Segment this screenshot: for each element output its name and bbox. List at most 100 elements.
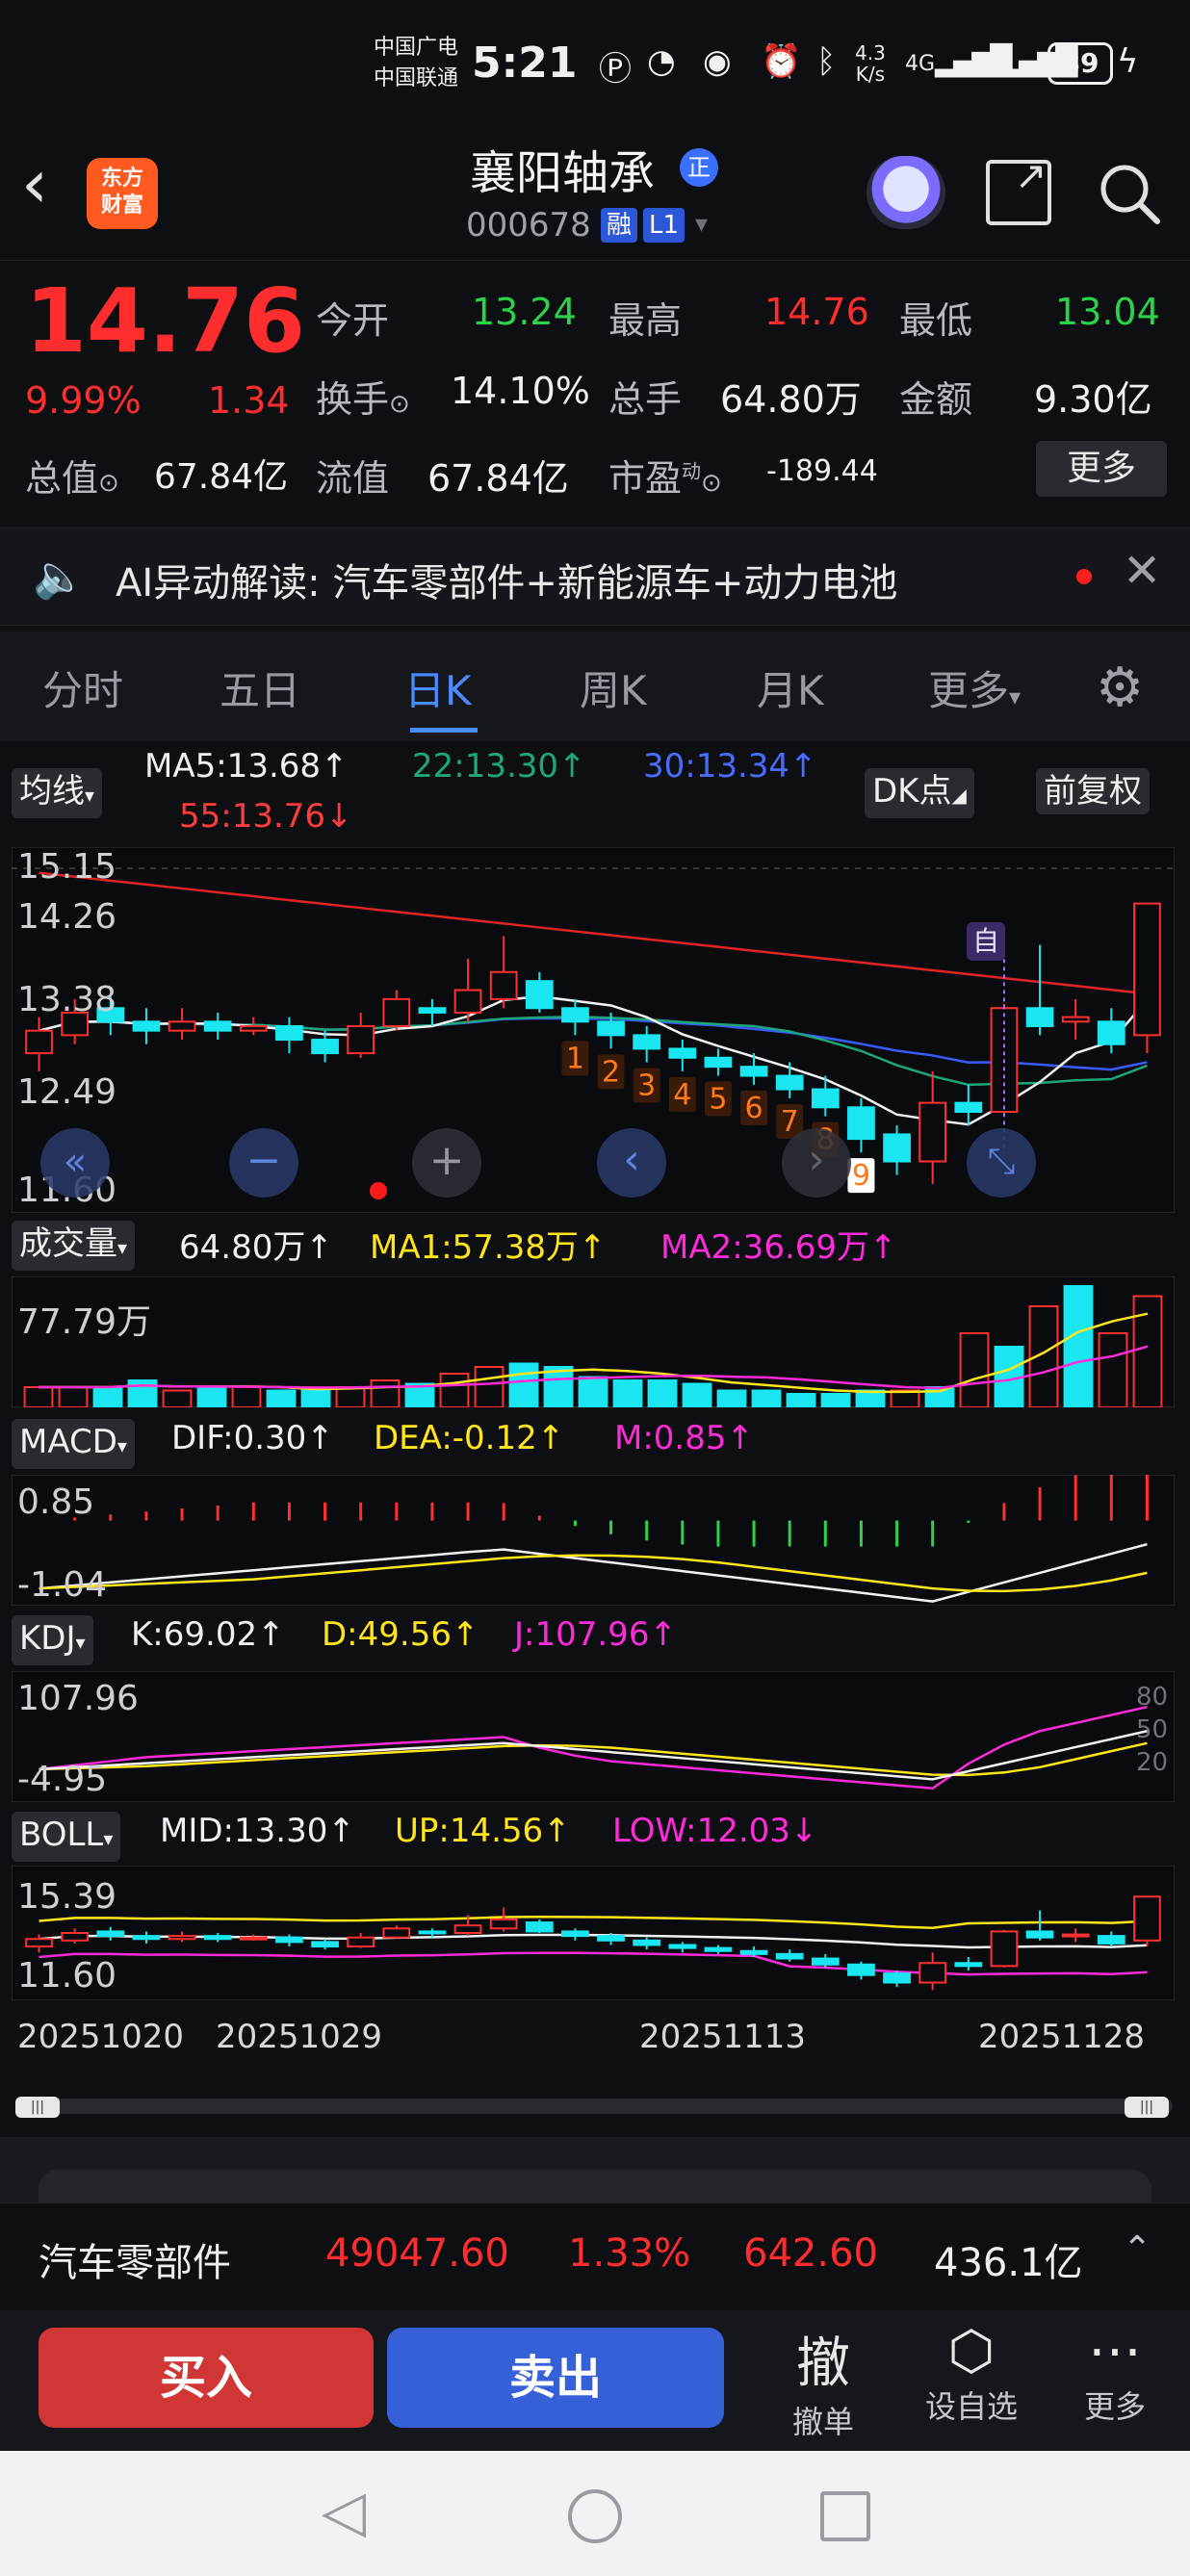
nav-home-icon[interactable] [568,2489,622,2543]
bluetooth-icon: ᛒ [816,42,837,81]
search-icon[interactable] [1096,160,1163,231]
sell-button[interactable]: 卖出 [387,2328,724,2428]
app-logo[interactable]: 东方 财富 [87,158,158,229]
candle [168,1020,196,1032]
boll-candle [418,1930,447,1935]
more-actions-button[interactable]: ⋯ 更多 [1057,2320,1173,2427]
chevron-up-icon[interactable]: ⌃ [1123,2229,1151,2269]
td-count-number: 3 [637,1069,656,1102]
dk-point-button[interactable]: DK点◢ [865,768,974,818]
speed-gauge-icon: ◔ [647,42,676,81]
cancel-order-button[interactable]: 撤 撤单 [761,2320,886,2442]
volume-bar [1098,1332,1128,1407]
change-amount: 1.34 [208,379,290,422]
share-icon[interactable]: ↗ [986,154,1051,225]
sector-amount: 436.1亿 [934,2241,1083,2285]
boll-mid: MID:13.30↑ [160,1812,355,1850]
scroll-right-icon[interactable]: › [782,1128,851,1198]
candle [489,970,518,1000]
macd-selector[interactable]: MACD▾ [12,1419,135,1469]
boll-chart[interactable] [12,1866,1175,2000]
candle [418,1007,447,1014]
back-button[interactable]: ‹ [21,144,48,223]
adjust-button[interactable]: 前复权 [1036,768,1150,814]
minus-icon[interactable]: − [229,1128,298,1198]
kdj-k: K:69.02↑ [131,1615,285,1654]
ma30-value: 30:13.34↑ [643,747,817,786]
nav-back-icon[interactable]: ◁ [322,2478,366,2545]
tab-weekly-k[interactable]: 周K [580,658,647,717]
rewind-icon[interactable]: « [40,1128,110,1198]
settings-gear-icon[interactable]: ⚙ [1096,657,1144,719]
sector-index: 49047.60 [325,2231,509,2276]
candle [811,1088,840,1109]
volume-bar [578,1376,608,1407]
boll-candle [525,1921,554,1933]
range-handle-left[interactable]: ||| [15,2097,60,2118]
date-1: 20251020 [17,2018,185,2056]
more-button[interactable]: 更多 [1036,441,1167,497]
float-value-label: 流值 [316,457,390,500]
volume-bar [508,1362,539,1407]
boll-candle [990,1930,1019,1968]
boll-selector[interactable]: BOLL▾ [12,1812,121,1862]
volume-selector[interactable]: 成交量▾ [12,1221,136,1271]
turnover-label: 换手⊙ [316,378,410,421]
kdj-selector[interactable]: KDJ▾ [12,1615,93,1665]
live-dot [370,1182,387,1199]
cancel-order-label: 撤单 [791,2404,854,2440]
tab-monthly-k[interactable]: 月K [757,658,824,717]
range-handle-right[interactable]: ||| [1125,2097,1169,2118]
candle [347,1025,375,1055]
td-count-number: 6 [745,1092,763,1125]
tab-more[interactable]: 更多▾ [928,658,1021,717]
ai-robot-icon[interactable] [867,156,945,229]
date-2: 20251029 [216,2018,383,2056]
ma-selector[interactable]: 均线▾ [12,768,103,818]
candle [633,1034,661,1050]
charging-icon: ϟ [1117,42,1139,81]
ma55-value: 55:13.76↓ [179,797,353,836]
close-icon[interactable]: ✕ [1123,544,1161,598]
net-speed-value: 4.3 [855,41,886,64]
net-speed: 4.3 K/s [855,42,886,85]
kdj-right-axis: 80 50 20 [1136,1683,1169,1777]
range-scrollbar[interactable] [17,2099,1173,2114]
add-watchlist-button[interactable]: ⬡ 设自选 [909,2320,1034,2427]
td-count-number: 2 [602,1055,620,1089]
date-3: 20251113 [639,2018,807,2056]
dropdown-icon[interactable]: ▾ [695,210,708,239]
boll-candle [883,1972,911,1984]
tab-daily-k[interactable]: 日K [404,658,472,717]
ai-analysis-bar[interactable]: 🔈 AI异动解读: 汽车零部件+新能源车+动力电池 ✕ [0,528,1190,626]
more-actions-label: 更多 [1083,2388,1146,2425]
expand-icon[interactable]: ⤡ [967,1128,1036,1198]
candle [1097,1020,1125,1045]
current-price: 14.76 [25,270,306,373]
buy-button[interactable]: 买入 [39,2328,374,2428]
kdj-chart[interactable] [12,1671,1175,1802]
macd-axis-top: 0.85 [17,1482,95,1522]
volume-ma2: MA2:36.69万↑ [660,1228,897,1267]
candle [883,1133,911,1163]
tab-minute[interactable]: 分时 [42,658,123,717]
nav-recents-icon[interactable] [820,2491,870,2541]
macd-chart[interactable] [12,1475,1175,1606]
tab-five-day[interactable]: 五日 [220,658,300,717]
volume-bar [543,1366,574,1407]
amount-label: 金额 [899,378,973,421]
candle [239,1025,268,1032]
volume-bar [23,1386,54,1407]
plus-icon[interactable]: + [412,1128,481,1198]
volume-chart[interactable] [12,1276,1175,1407]
boll-candle [382,1927,411,1939]
total-value-label: 总值⊙ [25,457,119,500]
speaker-icon: 🔈 [33,553,86,602]
boll-candle [704,1946,733,1952]
volume-axis-top: 77.79万 [17,1302,152,1342]
system-nav-bar: ◁ [0,2451,1190,2576]
scroll-left-icon[interactable]: ‹ [597,1128,666,1198]
chart-frame [12,1671,1175,1802]
boll-candle [311,1941,339,1948]
volume-ma1: MA1:57.38万↑ [370,1228,607,1267]
